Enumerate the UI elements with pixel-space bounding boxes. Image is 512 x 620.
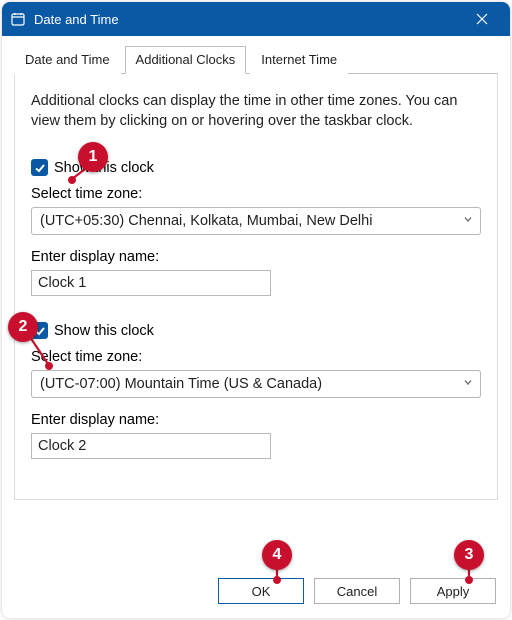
annotation-badge-3: 3: [454, 540, 484, 570]
chevron-down-icon: [462, 376, 474, 392]
tab-additional-clocks[interactable]: Additional Clocks: [125, 46, 247, 74]
tz-select-2-value: (UTC-07:00) Mountain Time (US & Canada): [40, 376, 322, 392]
tz-label-1: Select time zone:: [31, 186, 481, 202]
show-clock-1-checkbox[interactable]: [31, 159, 48, 176]
annotation-dot: [465, 576, 473, 584]
window: Date and Time Date and Time Additional C…: [2, 2, 510, 618]
apply-button[interactable]: Apply: [410, 578, 496, 604]
clock-icon: [8, 9, 28, 29]
annotation-badge-2: 2: [8, 312, 38, 342]
annotation-dot: [45, 362, 53, 370]
tz-label-2: Select time zone:: [31, 349, 481, 365]
intro-text: Additional clocks can display the time i…: [31, 92, 481, 131]
close-button[interactable]: [460, 2, 504, 36]
clock-group-2: Show this clock Select time zone: (UTC-0…: [31, 322, 481, 459]
ok-button[interactable]: OK: [218, 578, 304, 604]
chevron-down-icon: [462, 213, 474, 229]
tz-select-1-value: (UTC+05:30) Chennai, Kolkata, Mumbai, Ne…: [40, 213, 372, 229]
name-label-1: Enter display name:: [31, 249, 481, 265]
titlebar: Date and Time: [2, 2, 510, 36]
name-input-1[interactable]: Clock 1: [31, 270, 271, 296]
name-label-2: Enter display name:: [31, 412, 481, 428]
dialog-buttons: OK Cancel Apply: [218, 578, 496, 604]
window-title: Date and Time: [34, 12, 460, 27]
clock-group-1: Show this clock Select time zone: (UTC+0…: [31, 159, 481, 296]
annotation-badge-4: 4: [262, 540, 292, 570]
tab-internet-time[interactable]: Internet Time: [250, 46, 348, 74]
annotation-dot: [68, 176, 76, 184]
annotation-dot: [273, 576, 281, 584]
tz-select-2[interactable]: (UTC-07:00) Mountain Time (US & Canada): [31, 370, 481, 398]
tab-strip: Date and Time Additional Clocks Internet…: [2, 36, 510, 74]
tab-date-and-time[interactable]: Date and Time: [14, 46, 121, 74]
name-input-2[interactable]: Clock 2: [31, 433, 271, 459]
show-clock-2-label: Show this clock: [54, 323, 154, 339]
tab-panel: Additional clocks can display the time i…: [14, 73, 498, 500]
tz-select-1[interactable]: (UTC+05:30) Chennai, Kolkata, Mumbai, Ne…: [31, 207, 481, 235]
annotation-badge-1: 1: [78, 142, 108, 172]
cancel-button[interactable]: Cancel: [314, 578, 400, 604]
